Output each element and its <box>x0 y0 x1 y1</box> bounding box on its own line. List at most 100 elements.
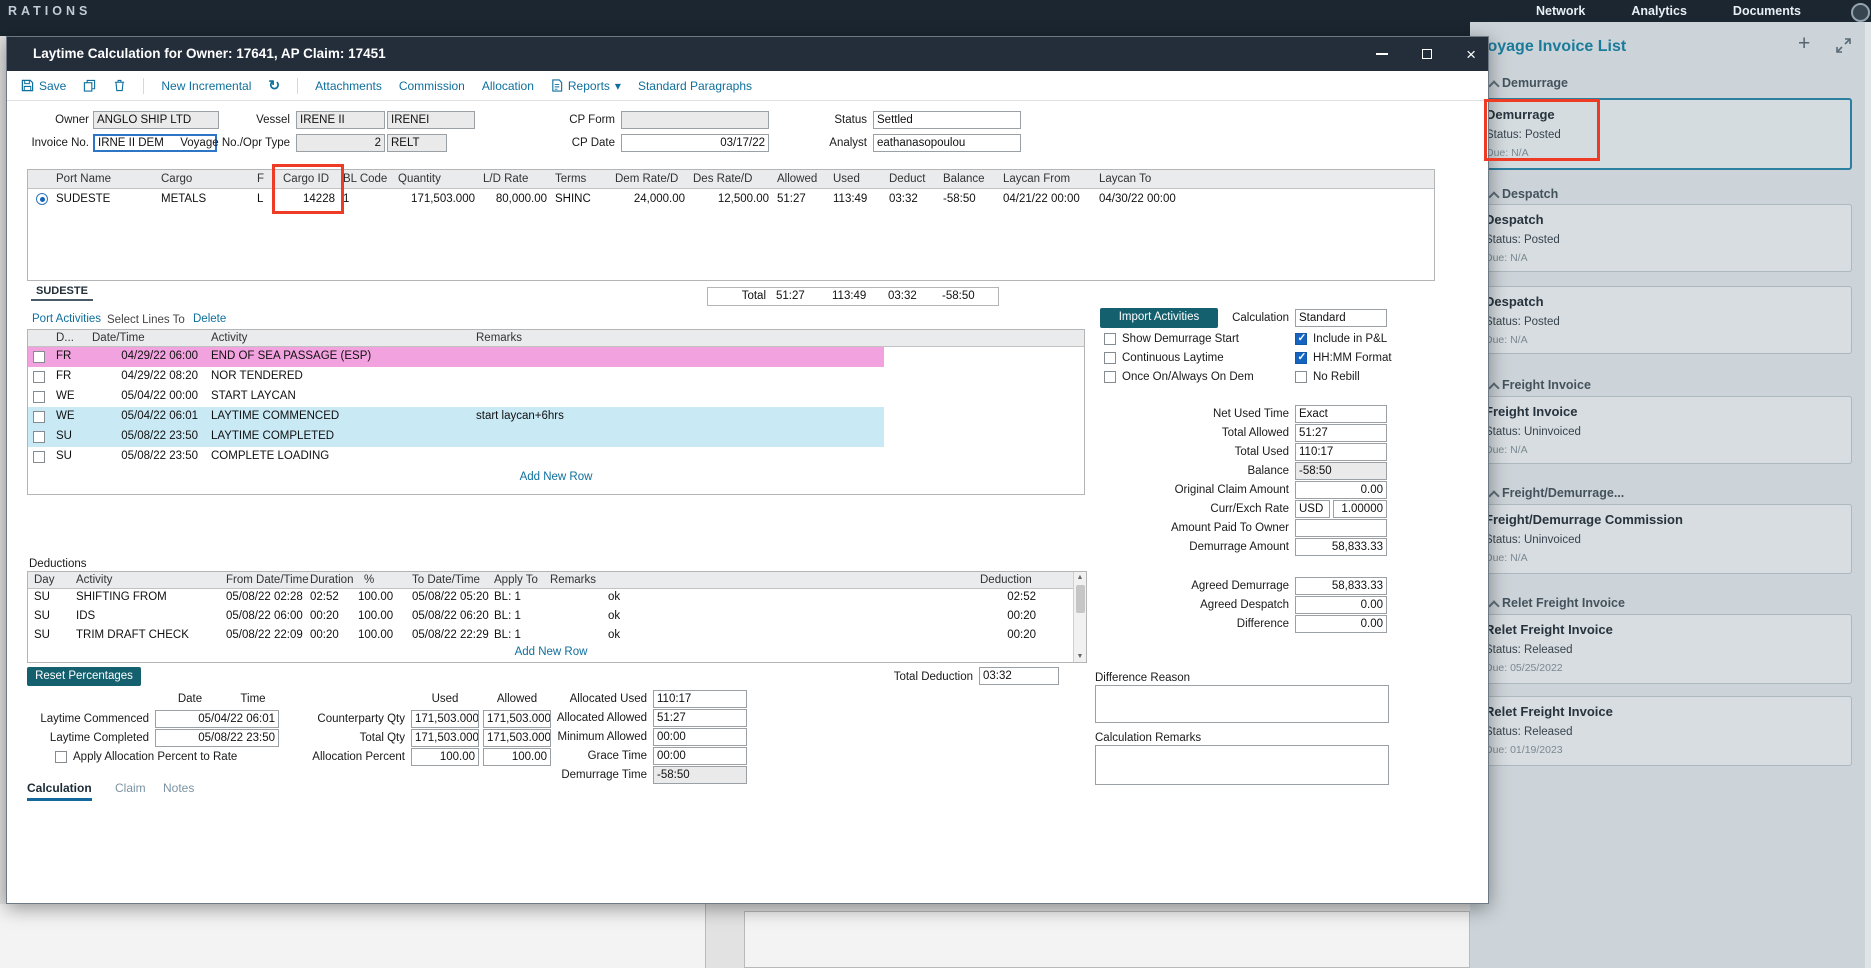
nav-network[interactable]: Network <box>1536 4 1585 18</box>
deduction-row[interactable]: SU TRIM DRAFT CHECK 05/08/22 22:09 00:20… <box>28 627 1074 646</box>
net-used-time-select[interactable]: Exact <box>1295 405 1387 423</box>
calculation-remarks-textarea[interactable] <box>1095 745 1389 785</box>
calculation-select[interactable]: Standard <box>1295 309 1387 327</box>
total-qty-used-input[interactable]: 171,503.000 <box>411 729 479 747</box>
show-demurrage-start-checkbox[interactable]: Show Demurrage Start <box>1104 333 1239 345</box>
allocation-percent-allowed-input[interactable]: 100.00 <box>483 748 551 766</box>
add-deduction-row-link[interactable]: Add New Row <box>28 646 1074 658</box>
delete-lines-link[interactable]: Delete <box>193 313 226 325</box>
opr-type-input[interactable]: RELT <box>387 134 447 152</box>
tab-sudeste[interactable]: SUDESTE <box>31 284 93 301</box>
minimize-icon[interactable] <box>1376 53 1389 55</box>
chevron-up-icon[interactable] <box>1488 191 1500 203</box>
counterparty-qty-used-input[interactable]: 171,503.000 <box>411 710 479 728</box>
activity-row[interactable]: FR 04/29/22 06:00 END OF SEA PASSAGE (ES… <box>28 347 884 367</box>
status-input[interactable]: Settled <box>873 111 1021 129</box>
allocation-button[interactable]: Allocation <box>482 79 534 93</box>
cargo-row[interactable]: SUDESTE METALS L 14228 1 171,503.000 80,… <box>28 189 1434 210</box>
section-despatch[interactable]: Despatch <box>1502 187 1558 201</box>
continuous-laytime-checkbox[interactable]: Continuous Laytime <box>1104 352 1224 364</box>
tab-claim[interactable]: Claim <box>115 781 146 795</box>
save-button[interactable]: Save <box>21 79 66 93</box>
analyst-input[interactable]: eathanasopoulou <box>873 134 1021 152</box>
activity-row[interactable]: WE 05/04/22 00:00 START LAYCAN <box>28 387 884 407</box>
once-on-dem-checkbox[interactable]: Once On/Always On Dem <box>1104 371 1254 383</box>
row-checkbox[interactable] <box>33 451 45 463</box>
chevron-up-icon[interactable] <box>1488 600 1500 612</box>
grace-time-input[interactable]: 00:00 <box>653 747 747 765</box>
vessel-code-input[interactable]: IRENEI <box>387 111 475 129</box>
section-freight-demurrage[interactable]: Freight/Demurrage... <box>1502 486 1624 500</box>
include-in-pl-checkbox[interactable]: Include in P&L <box>1295 332 1387 345</box>
invoice-card-freight[interactable]: Freight Invoice Status: Uninvoiced Due: … <box>1474 396 1852 464</box>
chevron-up-icon[interactable] <box>1488 382 1500 394</box>
activity-row[interactable]: SU 05/08/22 23:50 LAYTIME COMPLETED <box>28 427 884 447</box>
attachments-button[interactable]: Attachments <box>315 79 382 93</box>
allocation-percent-used-input[interactable]: 100.00 <box>411 748 479 766</box>
chevron-up-icon[interactable] <box>1488 80 1500 92</box>
new-incremental-button[interactable]: New Incremental <box>161 79 251 93</box>
deduction-row[interactable]: SU SHIFTING FROM 05/08/22 02:28 02:52 10… <box>28 589 1074 608</box>
cp-date-input[interactable]: 03/17/22 <box>621 134 769 152</box>
hhmm-format-checkbox[interactable]: HH:MM Format <box>1295 351 1392 364</box>
nav-documents[interactable]: Documents <box>1733 4 1801 18</box>
copy-button[interactable] <box>83 79 96 92</box>
counterparty-qty-allowed-input[interactable]: 171,503.000 <box>483 710 551 728</box>
invoice-card-freight-demurrage-commission[interactable]: Freight/Demurrage Commission Status: Uni… <box>1474 504 1852 574</box>
original-claim-input[interactable]: 0.00 <box>1295 481 1387 499</box>
invoice-card-relet-2[interactable]: Relet Freight Invoice Status: Released D… <box>1474 696 1852 766</box>
difference-reason-textarea[interactable] <box>1095 685 1389 723</box>
cargo-row-radio[interactable] <box>36 193 48 205</box>
total-used-input[interactable]: 110:17 <box>1295 443 1387 461</box>
maximize-icon[interactable] <box>1422 49 1433 59</box>
total-qty-allowed-input[interactable]: 171,503.000 <box>483 729 551 747</box>
section-relet-freight[interactable]: Relet Freight Invoice <box>1502 596 1625 610</box>
refresh-button[interactable]: ↻ <box>268 77 280 94</box>
deduction-row[interactable]: SU IDS 05/08/22 06:00 00:20 100.00 05/08… <box>28 608 1074 627</box>
expand-panel-icon[interactable] <box>1836 38 1851 56</box>
row-checkbox[interactable] <box>33 431 45 443</box>
amount-paid-input[interactable] <box>1295 519 1387 537</box>
apply-allocation-checkbox[interactable]: Apply Allocation Percent to Rate <box>55 751 237 763</box>
exch-rate-input[interactable]: 1.00000 <box>1333 500 1387 518</box>
deductions-scrollbar[interactable]: ▲ ▼ <box>1073 572 1086 662</box>
section-freight-invoice[interactable]: Freight Invoice <box>1502 378 1591 392</box>
activity-row[interactable]: WE 05/04/22 06:01 LAYTIME COMMENCED star… <box>28 407 884 427</box>
port-activities-link[interactable]: Port Activities <box>32 313 101 325</box>
add-invoice-icon[interactable]: + <box>1798 33 1810 54</box>
invoice-card-relet-1[interactable]: Relet Freight Invoice Status: Released D… <box>1474 614 1852 684</box>
activity-row[interactable]: FR 04/29/22 08:20 NOR TENDERED <box>28 367 884 387</box>
commission-button[interactable]: Commission <box>399 79 465 93</box>
minimum-allowed-input[interactable]: 00:00 <box>653 728 747 746</box>
reports-dropdown[interactable]: Reports ▾ <box>551 79 621 93</box>
section-demurrage[interactable]: Demurrage <box>1502 76 1568 90</box>
row-checkbox[interactable] <box>33 371 45 383</box>
standard-paragraphs-button[interactable]: Standard Paragraphs <box>638 79 752 93</box>
reset-percentages-button[interactable]: Reset Percentages <box>27 667 141 686</box>
invoice-card-despatch-2[interactable]: Despatch Status: Posted Due: N/A <box>1474 286 1852 354</box>
agreed-demurrage-input[interactable]: 58,833.33 <box>1295 577 1387 595</box>
invoice-card-despatch-1[interactable]: Despatch Status: Posted Due: N/A <box>1474 204 1852 272</box>
tab-notes[interactable]: Notes <box>163 781 194 795</box>
user-avatar[interactable] <box>1851 3 1870 22</box>
row-checkbox[interactable] <box>33 351 45 363</box>
agreed-despatch-input[interactable]: 0.00 <box>1295 596 1387 614</box>
cp-form-input[interactable] <box>621 111 769 129</box>
sidebar-scrollbar[interactable] <box>1865 22 1871 968</box>
nav-analytics[interactable]: Analytics <box>1631 4 1687 18</box>
tab-calculation[interactable]: Calculation <box>27 781 92 801</box>
chevron-up-icon[interactable] <box>1488 490 1500 502</box>
voyage-no-input[interactable]: 2 <box>296 134 385 152</box>
activity-row[interactable]: SU 05/08/22 23:50 COMPLETE LOADING <box>28 447 884 467</box>
vessel-name-input[interactable]: IRENE II <box>296 111 385 129</box>
invoice-card-demurrage[interactable]: Demurrage Status: Posted Due: N/A <box>1474 98 1852 170</box>
add-activity-row-link[interactable]: Add New Row <box>28 471 1084 483</box>
close-icon[interactable]: × <box>1466 46 1476 63</box>
no-rebill-checkbox[interactable]: No Rebill <box>1295 371 1360 383</box>
delete-button[interactable] <box>113 79 126 92</box>
row-checkbox[interactable] <box>33 391 45 403</box>
row-checkbox[interactable] <box>33 411 45 423</box>
dialog-title-bar[interactable]: Laytime Calculation for Owner: 17641, AP… <box>7 37 1488 71</box>
currency-input[interactable]: USD <box>1295 500 1330 518</box>
total-allowed-input[interactable]: 51:27 <box>1295 424 1387 442</box>
